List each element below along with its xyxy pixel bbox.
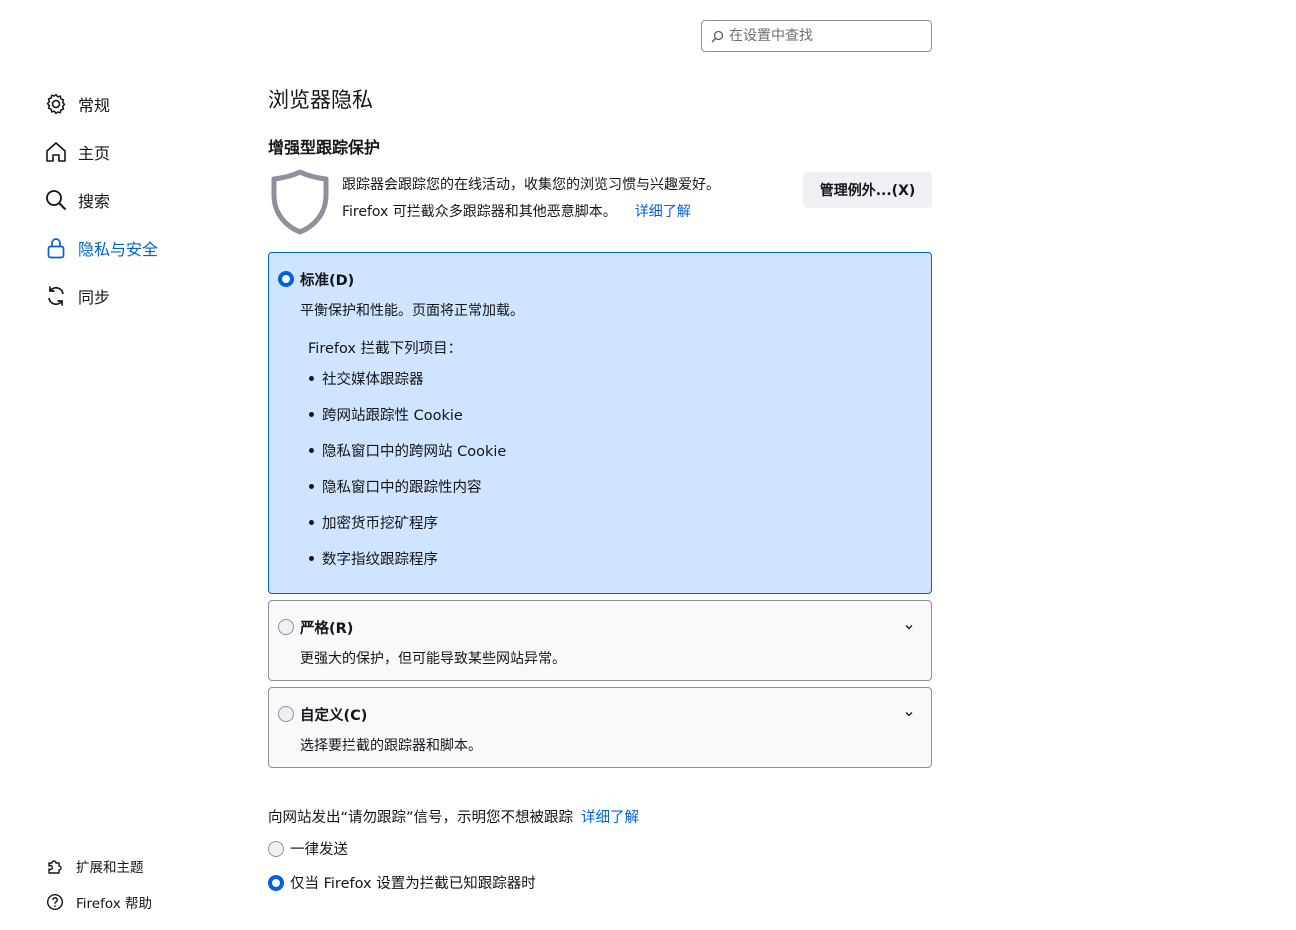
etp-description-line1: 跟踪器会跟踪您的在线活动，收集您的浏览习惯与兴趣爱好。 <box>342 177 720 193</box>
sidebar-item-general[interactable]: 常规 <box>44 80 244 128</box>
sidebar-help-link[interactable]: Firefox 帮助 <box>46 892 246 912</box>
sidebar-item-label: 搜索 <box>78 192 111 211</box>
dnt-text: 向网站发出“请勿跟踪”信号，示明您不想被跟踪 <box>268 810 574 826</box>
sidebar-addons-link[interactable]: 扩展和主题 <box>46 856 246 876</box>
home-icon <box>44 140 68 164</box>
sidebar-item-sync[interactable]: 同步 <box>44 272 244 320</box>
lock-icon <box>44 236 68 260</box>
dnt-learn-more-link[interactable]: 详细了解 <box>581 810 639 826</box>
search-icon <box>711 30 724 43</box>
sidebar-footer-label: 扩展和主题 <box>76 860 144 876</box>
manage-exceptions-button[interactable]: 管理例外...(X) <box>803 172 932 208</box>
etp-description: 跟踪器会跟踪您的在线活动，收集您的浏览习惯与兴趣爱好。 Firefox 可拦截众… <box>342 172 720 226</box>
custom-label: 自定义(C) <box>300 708 368 724</box>
blocks-list-item: 加密货币挖矿程序 <box>309 512 438 533</box>
strict-radio[interactable] <box>278 619 294 635</box>
sidebar-item-label: 常规 <box>78 96 111 115</box>
etp-standard-option[interactable]: 标准(D) 平衡保护和性能。页面将正常加载。 Firefox 拦截下列项目： 社… <box>268 252 932 594</box>
etp-intro: 跟踪器会跟踪您的在线活动，收集您的浏览习惯与兴趣爱好。 Firefox 可拦截众… <box>268 168 932 236</box>
search-icon <box>44 188 68 212</box>
sidebar-item-home[interactable]: 主页 <box>44 128 244 176</box>
strict-description: 更强大的保护，但可能导致某些网站异常。 <box>300 651 566 667</box>
blocks-list-item: 数字指纹跟踪程序 <box>309 548 438 569</box>
sidebar-item-label: 主页 <box>78 144 111 163</box>
sidebar-footer-label: Firefox 帮助 <box>76 896 152 912</box>
page-title: 浏览器隐私 <box>268 88 373 112</box>
etp-custom-option[interactable]: 自定义(C) 选择要拦截的跟踪器和脚本。 <box>268 687 932 768</box>
blocks-list-item: 隐私窗口中的跟踪性内容 <box>309 476 482 497</box>
standard-label: 标准(D) <box>300 273 355 289</box>
dnt-only-when-radio[interactable] <box>268 874 284 891</box>
sidebar-item-label: 隐私与安全 <box>78 240 159 259</box>
dnt-always-option[interactable]: 一律发送 <box>268 838 348 859</box>
blocks-list-item: 跨网站跟踪性 Cookie <box>309 404 463 425</box>
dnt-only-when-label: 仅当 Firefox 设置为拦截已知跟踪器时 <box>290 876 536 892</box>
settings-sidebar: 常规 主页 搜索 隐私与安全 同步 <box>44 80 244 320</box>
dnt-description: 向网站发出“请勿跟踪”信号，示明您不想被跟踪 详细了解 <box>268 806 639 827</box>
custom-radio[interactable] <box>278 706 294 722</box>
puzzle-icon <box>46 857 64 875</box>
chevron-down-icon[interactable] <box>903 706 915 718</box>
dnt-always-radio[interactable] <box>268 840 284 857</box>
blocks-list-title: Firefox 拦截下列项目： <box>308 341 463 357</box>
section-title-etp: 增强型跟踪保护 <box>268 138 381 157</box>
strict-label: 严格(R) <box>300 621 354 637</box>
etp-description-line2: Firefox 可拦截众多跟踪器和其他恶意脚本。 <box>342 204 617 220</box>
sidebar-item-privacy[interactable]: 隐私与安全 <box>44 224 244 272</box>
sync-icon <box>44 284 68 308</box>
sidebar-item-label: 同步 <box>78 288 111 307</box>
settings-search-box[interactable] <box>701 20 932 52</box>
standard-description: 平衡保护和性能。页面将正常加载。 <box>300 303 524 319</box>
chevron-down-icon[interactable] <box>903 619 915 631</box>
blocks-list-item: 社交媒体跟踪器 <box>309 368 424 389</box>
standard-radio[interactable] <box>278 271 294 287</box>
help-icon <box>46 893 64 911</box>
dnt-only-when-option[interactable]: 仅当 Firefox 设置为拦截已知跟踪器时 <box>268 872 536 893</box>
shield-icon <box>268 168 332 236</box>
sidebar-item-search[interactable]: 搜索 <box>44 176 244 224</box>
etp-strict-option[interactable]: 严格(R) 更强大的保护，但可能导致某些网站异常。 <box>268 600 932 681</box>
settings-search-input[interactable] <box>729 28 919 44</box>
blocks-list-item: 隐私窗口中的跨网站 Cookie <box>309 440 506 461</box>
etp-learn-more-link[interactable]: 详细了解 <box>635 204 691 220</box>
custom-description: 选择要拦截的跟踪器和脚本。 <box>300 738 482 754</box>
dnt-always-label: 一律发送 <box>290 842 348 858</box>
gear-icon <box>44 92 68 116</box>
